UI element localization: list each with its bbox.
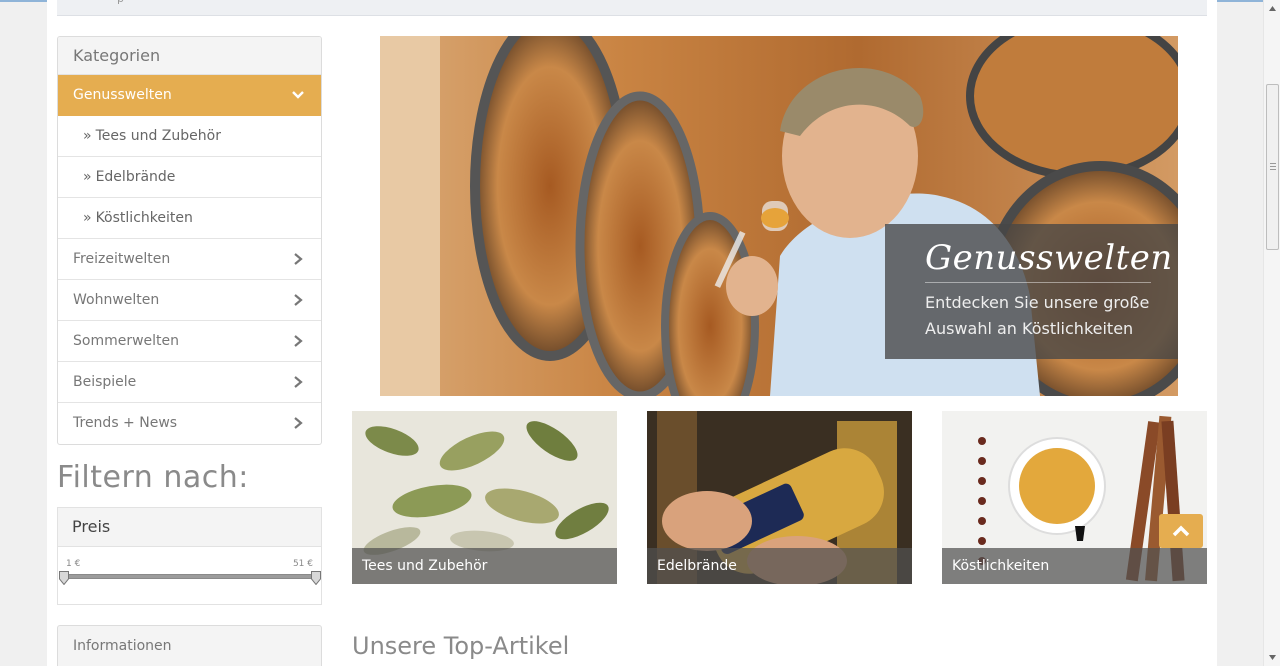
category-item-sommerwelten[interactable]: Sommerwelten [58,321,321,362]
category-label: Genusswelten [73,87,172,103]
filter-title: Filtern nach: [57,460,249,495]
category-item-wohnwelten[interactable]: Wohnwelten [58,280,321,321]
raquo-icon: » [83,128,92,144]
category-title: Kategorien [58,37,321,75]
category-item-freizeitwelten[interactable]: Freizeitwelten [58,239,321,280]
category-label: Beispiele [73,374,137,390]
section-title: Unsere Top-Artikel [352,632,570,660]
slider-max-handle[interactable] [311,571,321,585]
category-label: Sommerwelten [73,333,180,349]
chevron-right-icon [294,294,303,306]
price-filter: Preis 1 € 51 € [57,507,322,605]
category-item-edelbraende[interactable]: » Edelbrände [58,157,321,198]
category-item-genusswelten[interactable]: Genusswelten [58,75,321,116]
scroll-to-top-button[interactable] [1159,514,1203,548]
category-label: Edelbrände [95,169,176,185]
scrollbar-grip [1270,163,1276,164]
info-box: Informationen [57,625,322,666]
hero-title: Genusswelten [925,238,1173,278]
price-max-label: 51 € [292,559,313,569]
tile-label: Köstlichkeiten [942,548,1207,584]
chevron-right-icon [294,335,303,347]
raquo-icon: » [83,210,92,226]
info-title[interactable]: Informationen [58,626,321,666]
category-item-koestlichkeiten[interactable]: » Köstlichkeiten [58,198,321,239]
scroll-up-arrow-icon[interactable] [1264,0,1280,17]
scrollbar-grip [1270,169,1276,170]
page-scrollbar[interactable] [1263,0,1280,666]
raquo-icon: » [83,169,92,185]
breadcrumb-strip: p [57,0,1207,16]
tile-tees[interactable]: Tees und Zubehör [352,411,617,584]
tile-koestlichkeiten[interactable]: Köstlichkeiten [942,411,1207,584]
price-slider-track[interactable] [64,574,316,579]
category-navigation: Kategorien Genusswelten » Tees und Zubehö… [57,36,322,445]
hero-caption: Genusswelten Entdecken Sie unsere große … [885,224,1178,359]
category-item-tees[interactable]: » Tees und Zubehör [58,116,321,157]
chevron-down-icon [292,91,304,99]
chevron-right-icon [294,417,303,429]
category-item-trends-news[interactable]: Trends + News [58,403,321,444]
tile-edelbraende[interactable]: Edelbrände [647,411,912,584]
hero-subtitle: Entdecken Sie unsere große Auswahl an Kö… [925,293,1150,338]
category-label: Wohnwelten [73,292,160,308]
slider-min-handle[interactable] [59,571,69,585]
breadcrumb: p [117,0,124,5]
price-min-label: 1 € [66,559,81,569]
category-label: Freizeitwelten [73,251,171,267]
scrollbar-grip [1270,166,1276,167]
hero-divider [925,282,1151,283]
tile-label: Tees und Zubehör [352,548,617,584]
tile-label: Edelbrände [647,548,912,584]
chevron-right-icon [294,376,303,388]
chevron-right-icon [294,253,303,265]
category-label: Tees und Zubehör [95,128,221,144]
scroll-down-arrow-icon[interactable] [1264,649,1280,666]
category-label: Trends + News [73,415,178,431]
hero-banner[interactable]: Genusswelten Entdecken Sie unsere große … [380,36,1178,396]
category-label: Köstlichkeiten [95,210,193,226]
price-filter-title[interactable]: Preis [58,508,321,547]
category-item-beispiele[interactable]: Beispiele [58,362,321,403]
chevron-up-icon [1172,525,1190,537]
page-content: p Kategorien Genusswelten »Tees und Zube… [47,0,1217,666]
scrollbar-thumb[interactable] [1266,84,1279,250]
